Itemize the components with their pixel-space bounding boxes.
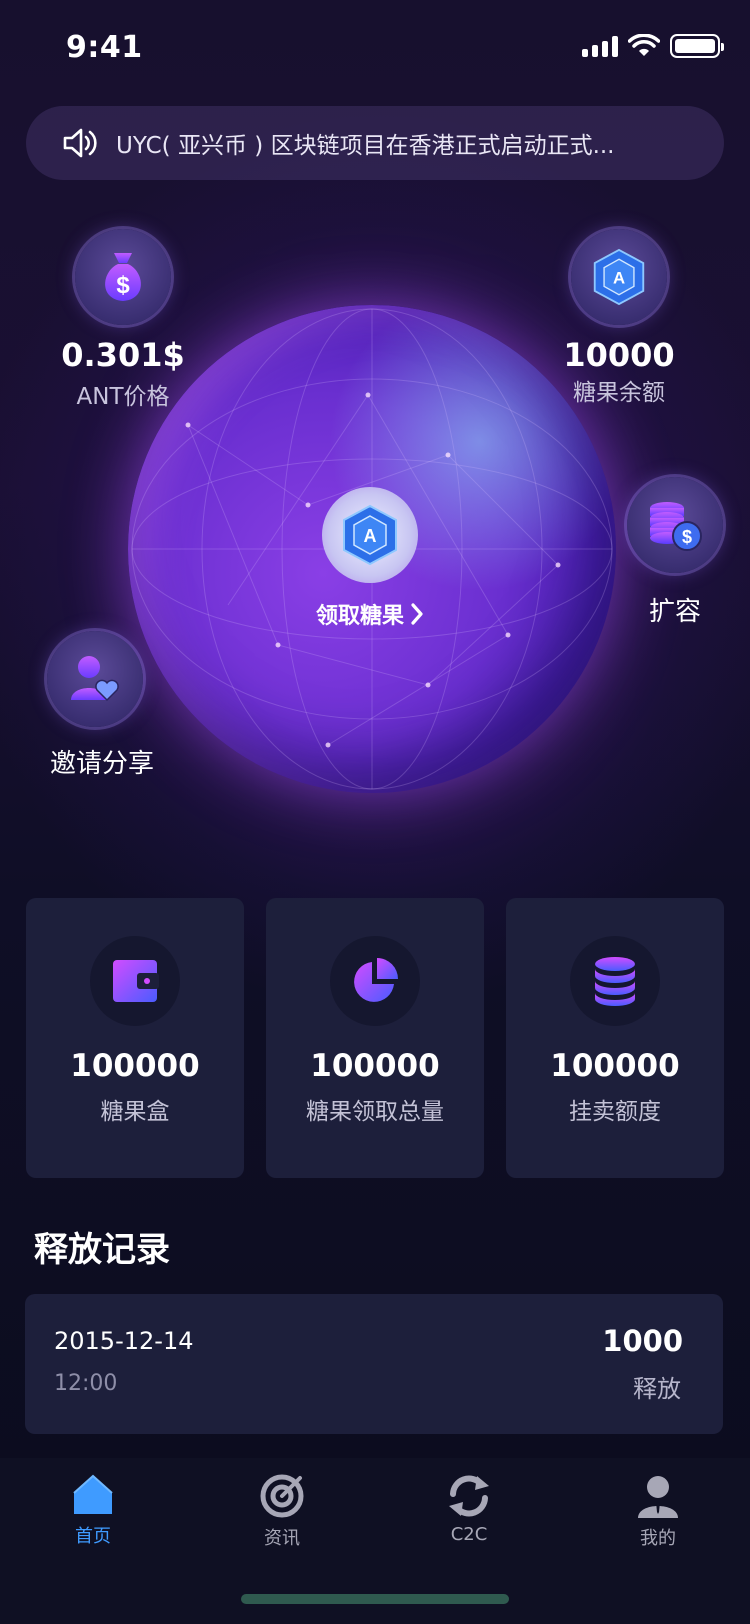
- tab-label: 我的: [640, 1528, 676, 1549]
- invite-share-button[interactable]: [47, 631, 143, 727]
- wifi-icon: [628, 34, 660, 56]
- card-label: 糖果盒: [100, 1099, 170, 1125]
- candy-balance-value: 10000: [563, 336, 675, 374]
- speaker-icon: [63, 128, 97, 158]
- invite-share-label: 邀请分享: [49, 749, 154, 779]
- record-type: 释放: [633, 1375, 681, 1403]
- card-icon-wrap: [330, 936, 420, 1026]
- card-candy-box[interactable]: 100000 糖果盒: [26, 898, 244, 1178]
- record-date: 2015-12-14: [54, 1327, 194, 1355]
- release-record-row[interactable]: 2015-12-14 12:00 1000 释放: [25, 1294, 723, 1434]
- claim-candy-label: 领取糖果: [316, 604, 405, 629]
- expand-label: 扩容: [648, 597, 701, 627]
- tab-label: C2C: [450, 1524, 488, 1545]
- card-label: 挂卖额度: [569, 1099, 661, 1125]
- expand-button[interactable]: $: [627, 477, 723, 573]
- claim-candy-link[interactable]: 领取糖果: [316, 598, 424, 630]
- status-bar: 9:41: [0, 0, 750, 96]
- status-time: 9:41: [66, 30, 143, 65]
- tab-home[interactable]: 首页: [33, 1474, 153, 1548]
- card-icon-wrap: [570, 936, 660, 1026]
- record-time: 12:00: [54, 1371, 118, 1396]
- card-value: 100000: [310, 1048, 440, 1084]
- tab-label: 首页: [75, 1526, 111, 1547]
- card-sell-quota[interactable]: 100000 挂卖额度: [506, 898, 724, 1178]
- status-icons: [582, 34, 724, 58]
- home-indicator: [241, 1594, 509, 1604]
- card-label: 糖果领取总量: [306, 1099, 444, 1125]
- user-heart-icon: [71, 656, 119, 702]
- database-icon: [595, 957, 635, 1006]
- token-a-icon: A: [343, 504, 397, 566]
- battery-icon: [670, 34, 724, 58]
- svg-text:$: $: [116, 272, 130, 299]
- record-amount: 1000: [602, 1324, 683, 1358]
- announcement-text: UYC( 亚兴币 ) 区块链项目在香港正式启动正式...: [116, 133, 615, 159]
- tab-c2c[interactable]: C2C: [409, 1474, 529, 1545]
- refresh-icon: [449, 1475, 489, 1517]
- svg-text:A: A: [613, 269, 625, 288]
- tab-mine[interactable]: 我的: [598, 1474, 718, 1550]
- candy-balance-label: 糖果余额: [573, 380, 665, 406]
- card-icon-wrap: [90, 936, 180, 1026]
- ant-price-orb[interactable]: $: [75, 229, 171, 325]
- candy-balance-orb[interactable]: A: [571, 229, 667, 325]
- svg-text:$: $: [682, 527, 692, 547]
- tab-news[interactable]: 资讯: [222, 1474, 342, 1550]
- card-value: 100000: [550, 1048, 680, 1084]
- announcement-bar[interactable]: UYC( 亚兴币 ) 区块链项目在香港正式启动正式...: [26, 106, 724, 180]
- tab-label: 资讯: [264, 1528, 300, 1549]
- claim-candy-button[interactable]: A: [322, 487, 418, 583]
- coins-icon: $: [650, 502, 702, 551]
- ant-price-label: ANT价格: [76, 384, 170, 410]
- card-candy-claimed-total[interactable]: 100000 糖果领取总量: [266, 898, 484, 1178]
- money-bag-icon: $: [105, 253, 141, 301]
- section-title-release-records: 释放记录: [34, 1230, 170, 1270]
- target-icon: [260, 1474, 304, 1518]
- token-a-icon: A: [593, 248, 645, 306]
- card-value: 100000: [70, 1048, 200, 1084]
- home-icon: [73, 1474, 113, 1514]
- wallet-icon: [113, 960, 159, 1002]
- pie-chart-icon: [354, 958, 398, 1002]
- chevron-right-icon: [411, 603, 423, 625]
- user-icon: [638, 1476, 678, 1518]
- svg-text:A: A: [364, 526, 377, 546]
- signal-icon: [582, 35, 618, 57]
- ant-price-value: 0.301$: [61, 336, 185, 374]
